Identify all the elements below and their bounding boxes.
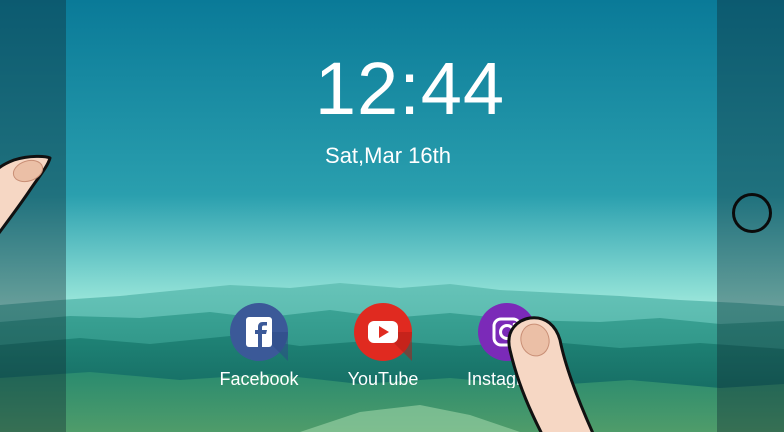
app-instagram[interactable]: Instagram <box>452 302 562 388</box>
lockscreen-clock: 12:44 <box>314 47 506 130</box>
facebook-icon <box>230 303 288 361</box>
app-label-youtube: YouTube <box>347 369 419 389</box>
youtube-icon <box>354 303 412 361</box>
left-edge-panel <box>0 0 66 432</box>
lock-screen: 12:44 Sat,Mar 16th Facebook YouTube Inst… <box>0 0 784 432</box>
lockscreen-date: Sat,Mar 16th <box>325 143 451 168</box>
app-facebook[interactable]: Facebook <box>199 302 319 388</box>
app-youtube[interactable]: YouTube <box>323 302 443 388</box>
app-label-facebook: Facebook <box>219 369 299 389</box>
instagram-icon <box>478 303 536 361</box>
app-label-instagram: Instagram <box>466 369 548 388</box>
circle-home-icon[interactable] <box>732 193 772 233</box>
